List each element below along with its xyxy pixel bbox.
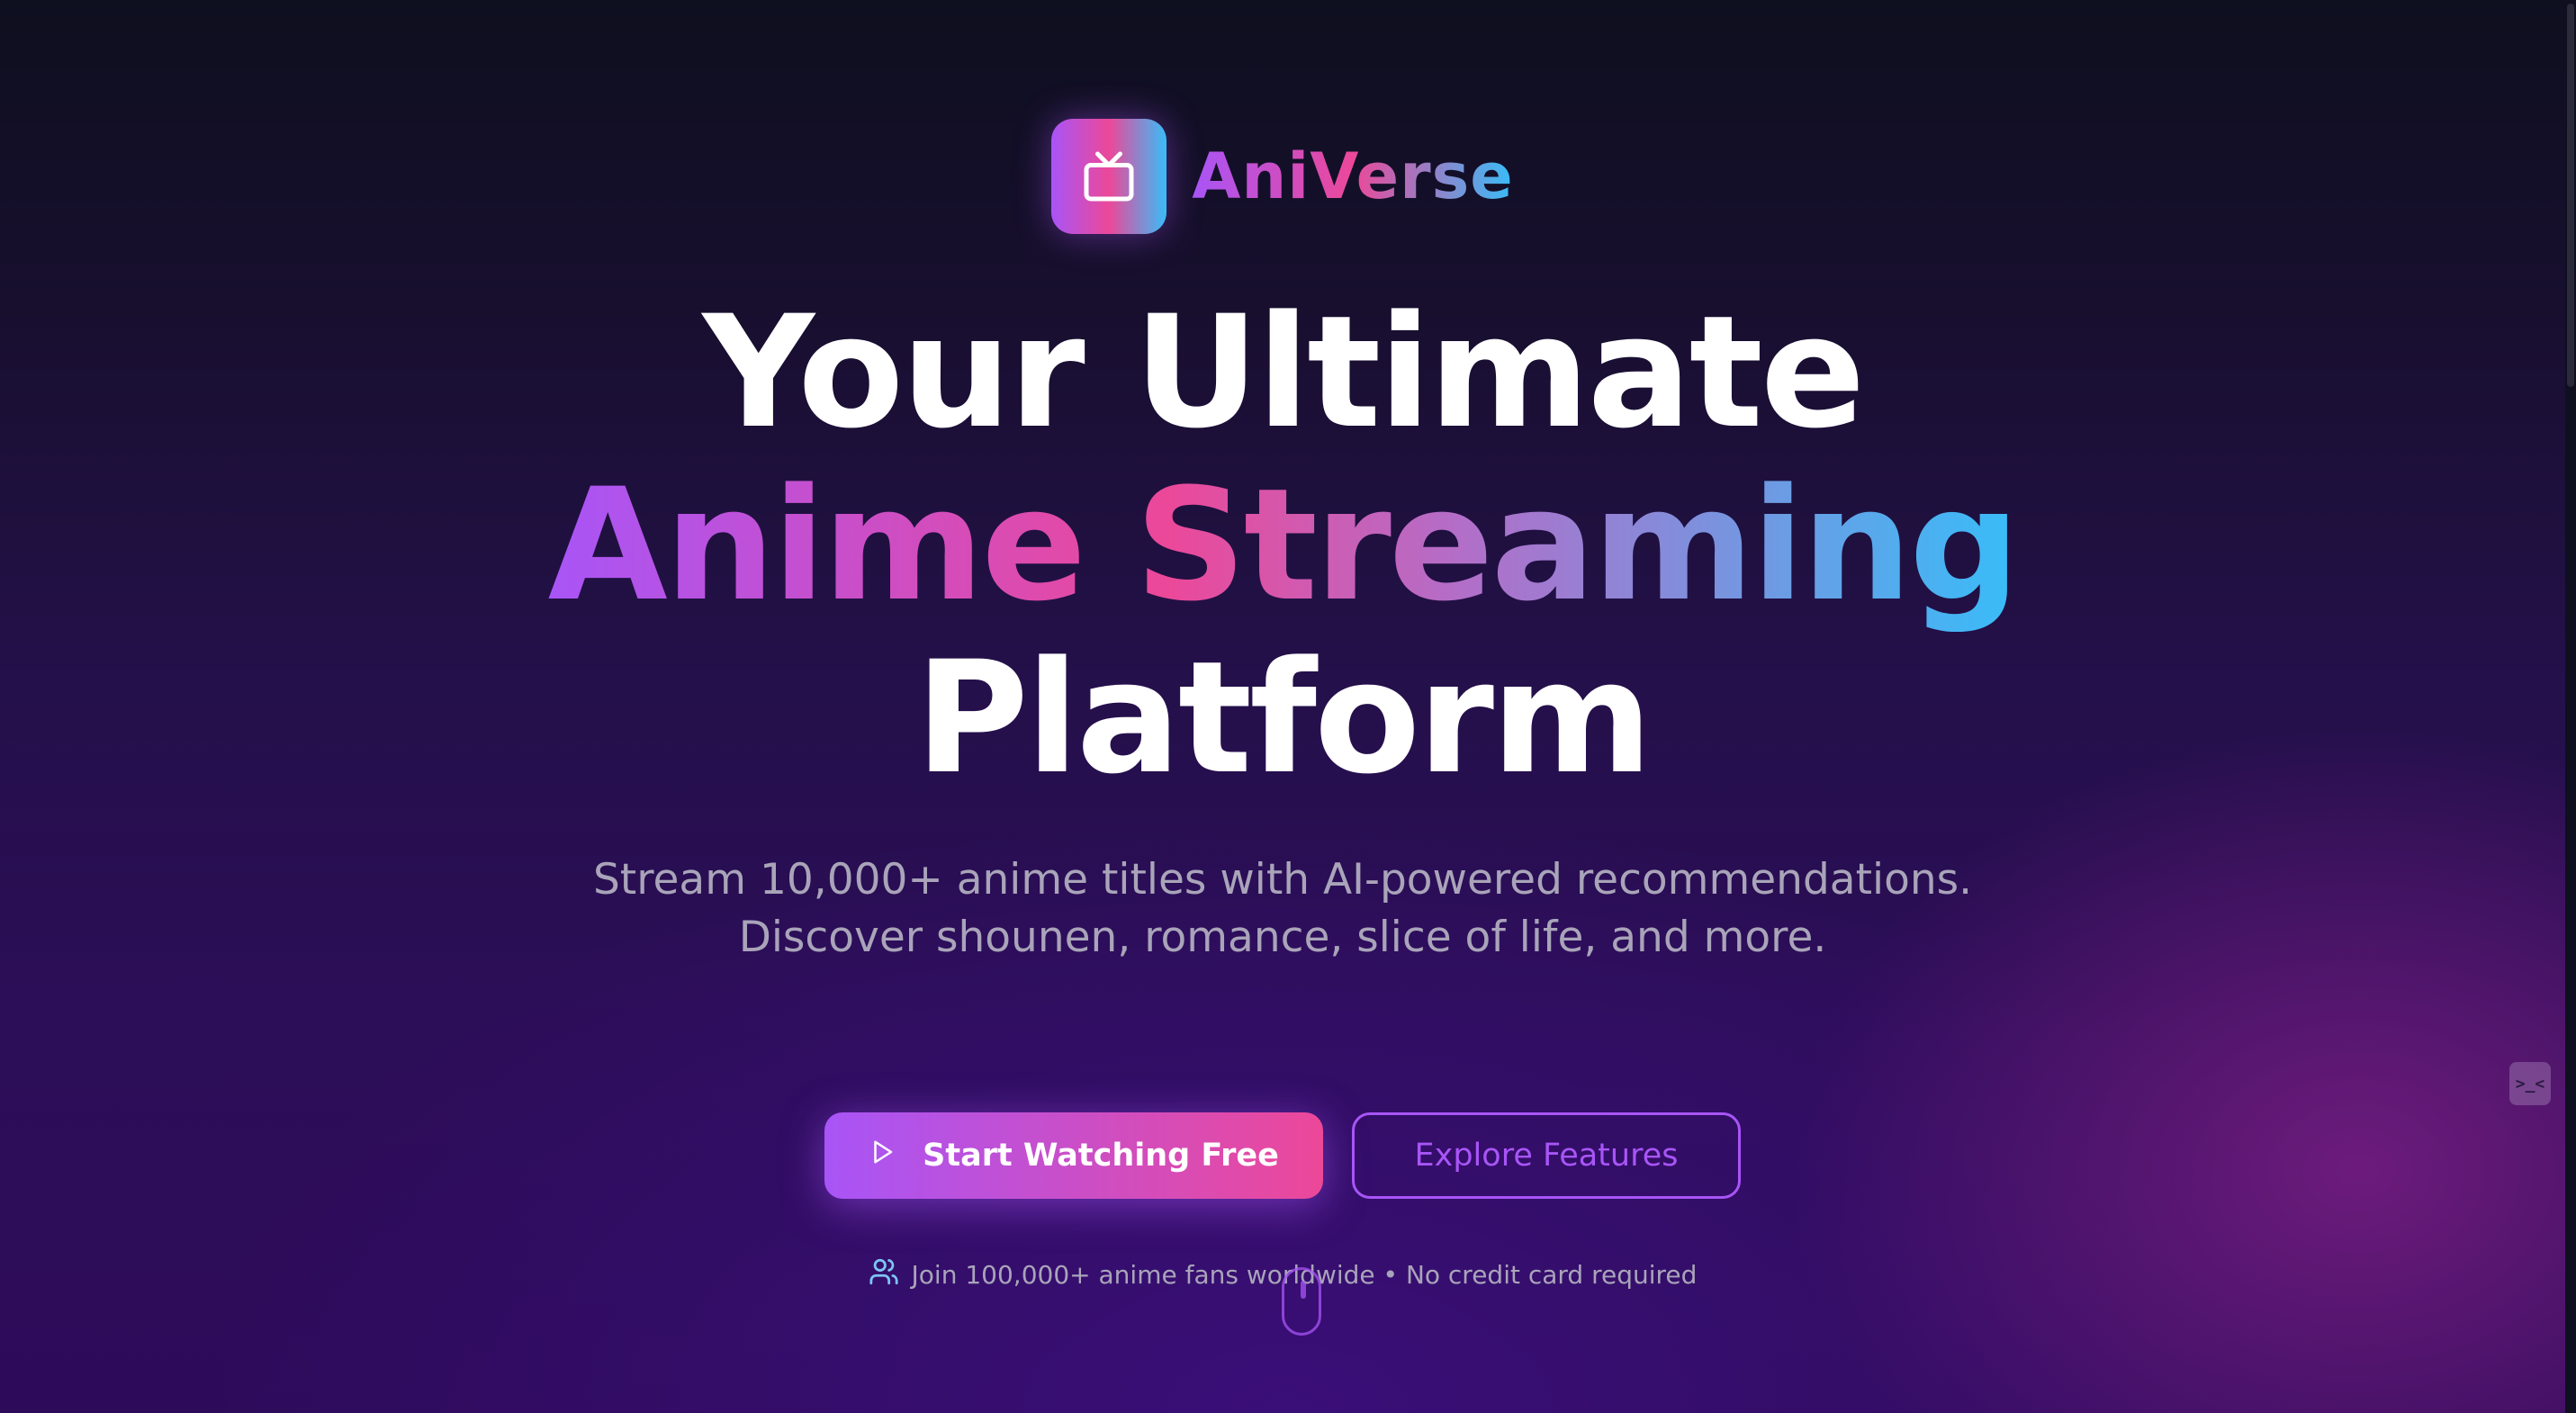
mouse-scroll-icon[interactable] bbox=[1282, 1267, 1321, 1336]
brand-name: AniVerse bbox=[1192, 140, 1514, 213]
start-watching-label: Start Watching Free bbox=[923, 1138, 1279, 1174]
side-widget-button[interactable]: >_< bbox=[2509, 1062, 2551, 1105]
headline-line-3: Platform bbox=[914, 627, 1653, 808]
headline-line-2-gradient: Anime Streaming bbox=[547, 454, 2021, 635]
explore-features-button[interactable]: Explore Features bbox=[1352, 1112, 1741, 1199]
start-watching-button[interactable]: Start Watching Free bbox=[824, 1112, 1323, 1199]
brand-logo[interactable]: AniVerse bbox=[0, 119, 2565, 234]
hero-section: AniVerse Your Ultimate Anime Streaming P… bbox=[0, 0, 2565, 1413]
side-widget-label: >_< bbox=[2515, 1074, 2545, 1094]
hero-subtitle: Stream 10,000+ anime titles with AI-powe… bbox=[592, 855, 1973, 962]
hero-actions: Start Watching Free Explore Features bbox=[0, 1112, 2565, 1199]
hero-headline: Your Ultimate Anime Streaming Platform bbox=[0, 286, 2565, 805]
users-icon bbox=[869, 1256, 899, 1293]
explore-features-label: Explore Features bbox=[1414, 1138, 1679, 1174]
tv-icon bbox=[1051, 119, 1167, 234]
headline-line-1: Your Ultimate bbox=[702, 282, 1865, 463]
scroll-wheel bbox=[1301, 1281, 1306, 1299]
scrollbar-thumb[interactable] bbox=[2567, 4, 2574, 387]
play-icon bbox=[869, 1138, 896, 1174]
